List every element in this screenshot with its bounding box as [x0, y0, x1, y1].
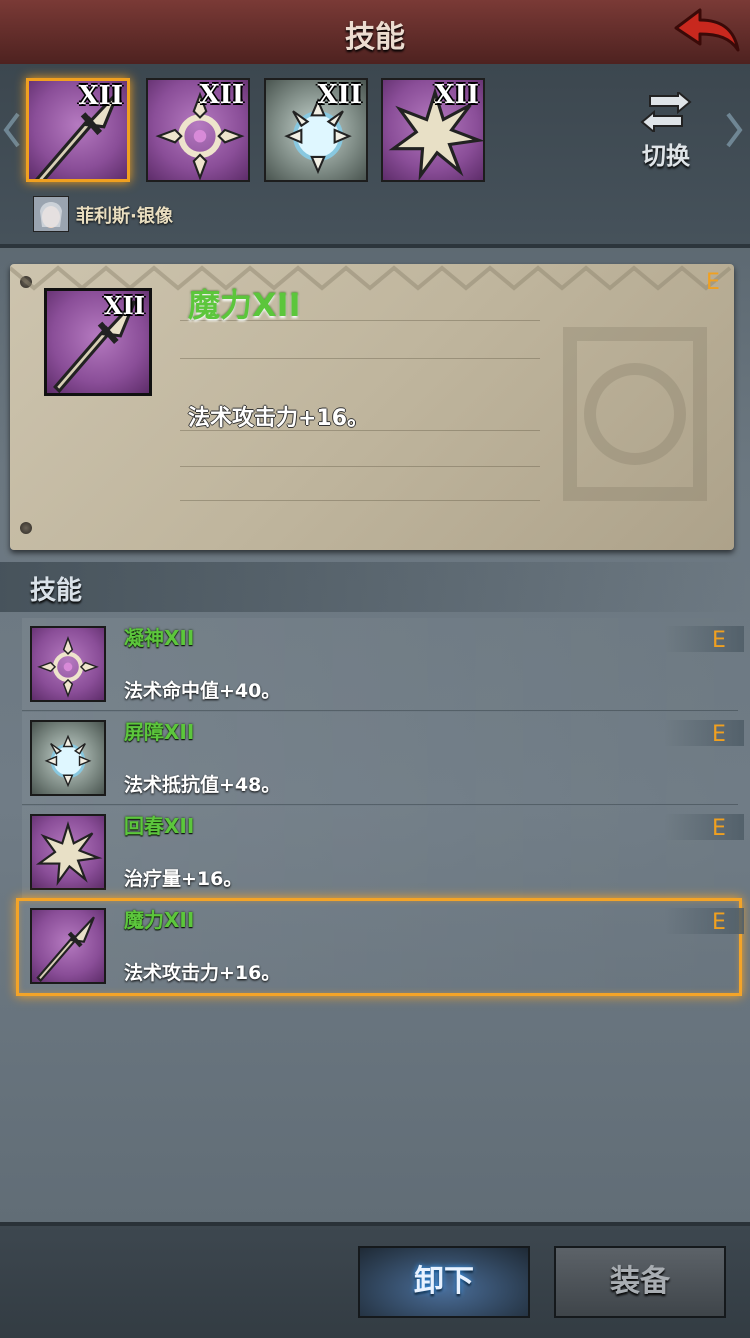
slot-level: XII [78, 81, 124, 111]
skill-slot-3[interactable]: XII [264, 78, 368, 182]
skill-description: 法术攻击力+16。 [124, 962, 281, 984]
card-divider [180, 358, 540, 359]
skill-name: 回春XII [124, 814, 195, 838]
skill-grade: E [712, 628, 726, 653]
barrier-burst-icon [44, 734, 92, 788]
skill-icon [30, 814, 106, 890]
skill-name: 魔力XII [124, 908, 195, 932]
switch-button[interactable]: 切换 [636, 92, 696, 172]
unequip-button[interactable]: 卸下 [358, 1246, 530, 1318]
skill-icon [30, 626, 106, 702]
detail-grade: E [706, 270, 720, 295]
skill-description: 治疗量+16。 [124, 868, 243, 890]
switch-label: 切换 [642, 142, 690, 170]
hero-avatar [33, 196, 69, 232]
skill-icon [30, 720, 106, 796]
slot-level: XII [199, 80, 245, 110]
slot-level: XII [434, 80, 480, 110]
grade-tag [664, 814, 744, 840]
card-divider [180, 466, 540, 467]
detail-icon-level: XII [103, 291, 145, 320]
skill-slot-4[interactable]: XII [381, 78, 485, 182]
skill-grade: E [712, 816, 726, 841]
staff-icon [36, 916, 95, 982]
scroll-right-arrow[interactable] [724, 110, 744, 150]
elf-portrait-icon [34, 197, 68, 231]
skill-description: 法术命中值+40。 [124, 680, 281, 702]
skill-grade: E [712, 722, 726, 747]
grade-tag [664, 720, 744, 746]
scroll-left-arrow[interactable] [2, 110, 22, 150]
section-header [0, 562, 750, 612]
skill-description: 法术抵抗值+48。 [124, 774, 281, 796]
skill-list-item[interactable]: 屏障XII 法术抵抗值+48。 E [0, 712, 750, 805]
grade-tag [664, 626, 744, 652]
watermark-emblem [563, 327, 707, 501]
focus-cross-icon [37, 636, 99, 698]
skill-name: 凝神XII [124, 626, 195, 650]
back-arrow-icon [674, 8, 740, 52]
hero-name: 菲利斯·银像 [76, 206, 173, 227]
skill-list-item[interactable]: 凝神XII 法术命中值+40。 E [0, 618, 750, 711]
chevron-left-icon [3, 112, 20, 148]
grade-tag [664, 908, 744, 934]
chevron-right-icon [726, 112, 743, 148]
skill-grade: E [712, 910, 726, 935]
section-title: 技能 [30, 576, 83, 606]
skill-slot-2[interactable]: XII [146, 78, 250, 182]
skill-icon [30, 908, 106, 984]
detail-skill-icon: XII [44, 288, 152, 396]
swap-arrows-icon [640, 92, 692, 132]
rejuvenation-burst-icon [35, 820, 103, 886]
detail-skill-name: 魔力XII [188, 286, 301, 324]
rivet [20, 522, 32, 534]
skill-list-item-selected[interactable]: 魔力XII 法术攻击力+16。 E [0, 898, 750, 996]
detail-skill-description: 法术攻击力+16。 [188, 406, 370, 431]
back-button[interactable] [672, 6, 742, 56]
skill-name: 屏障XII [124, 720, 195, 744]
page-title: 技能 [345, 20, 405, 55]
equip-button[interactable]: 装备 [554, 1246, 726, 1318]
card-divider [180, 500, 540, 501]
skill-list-item[interactable]: 回春XII 治疗量+16。 E [0, 806, 750, 899]
slot-level: XII [317, 80, 363, 110]
skill-slot-1[interactable]: XII [26, 78, 130, 182]
